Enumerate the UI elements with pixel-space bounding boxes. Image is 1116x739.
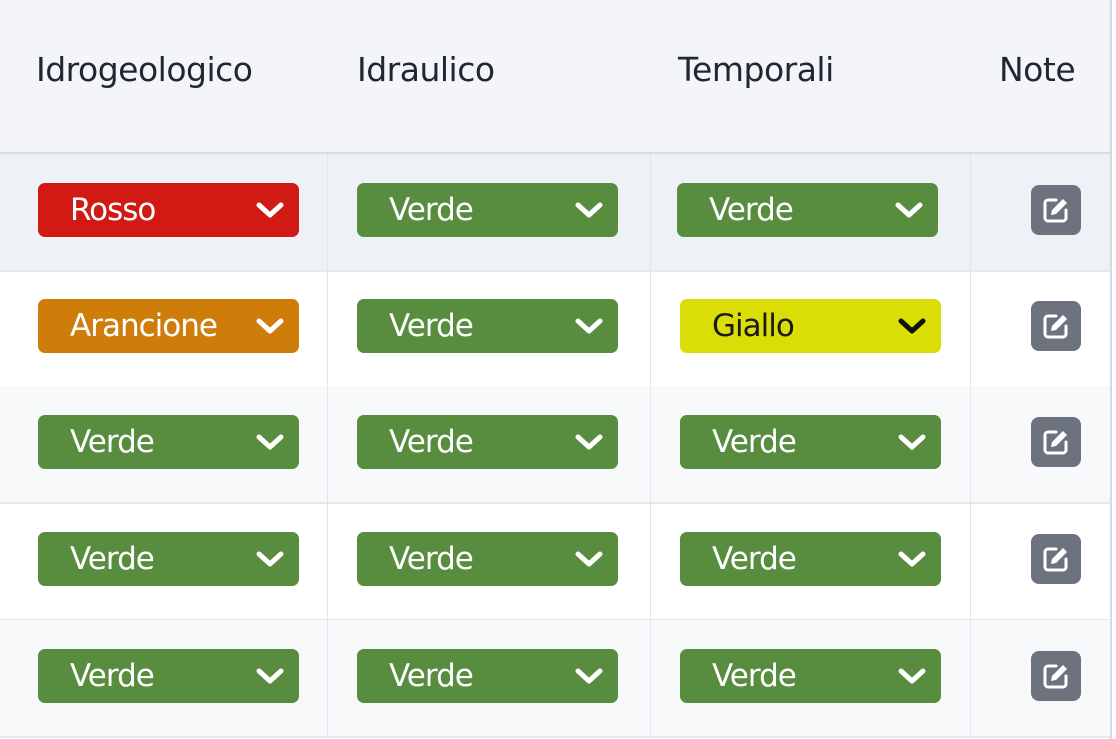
chevron-down-icon xyxy=(575,202,603,218)
chevron-down-icon xyxy=(898,434,926,450)
table-row: Verde Verde Verde xyxy=(0,503,1110,621)
select-value: Verde xyxy=(389,658,474,694)
edit-note-button[interactable] xyxy=(1031,534,1081,584)
column-divider xyxy=(970,270,971,386)
column-divider xyxy=(650,270,651,386)
chevron-down-icon xyxy=(575,318,603,334)
select-value: Arancione xyxy=(70,308,218,344)
edit-icon xyxy=(1043,314,1068,339)
chevron-down-icon xyxy=(898,551,926,567)
column-divider xyxy=(327,154,328,270)
idraulico-level-select[interactable]: Verde xyxy=(357,183,618,237)
edit-note-button[interactable] xyxy=(1031,417,1081,467)
idraulico-level-select[interactable]: Verde xyxy=(357,299,618,353)
column-divider xyxy=(327,270,328,386)
column-divider xyxy=(970,386,971,502)
chevron-down-icon xyxy=(256,551,284,567)
column-header-idrogeologico: Idrogeologico xyxy=(36,50,253,89)
chevron-down-icon xyxy=(895,202,923,218)
column-divider xyxy=(650,503,651,619)
edit-note-button[interactable] xyxy=(1031,651,1081,701)
chevron-down-icon xyxy=(256,318,284,334)
column-divider xyxy=(970,154,971,270)
column-header-temporali: Temporali xyxy=(678,50,834,89)
temporali-level-select[interactable]: Verde xyxy=(680,649,941,703)
edit-icon xyxy=(1043,198,1068,223)
chevron-down-icon xyxy=(575,668,603,684)
idrogeologico-level-select[interactable]: Verde xyxy=(38,415,299,469)
temporali-level-select[interactable]: Verde xyxy=(677,183,938,237)
temporali-level-select[interactable]: Verde xyxy=(680,532,941,586)
chevron-down-icon xyxy=(256,434,284,450)
idrogeologico-level-select[interactable]: Rosso xyxy=(38,183,299,237)
column-header-note: Note xyxy=(999,50,1076,89)
idraulico-level-select[interactable]: Verde xyxy=(357,415,618,469)
column-header-idraulico: Idraulico xyxy=(357,50,495,89)
edit-icon xyxy=(1043,547,1068,572)
select-value: Verde xyxy=(389,308,474,344)
select-value: Verde xyxy=(712,658,797,694)
chevron-down-icon xyxy=(575,434,603,450)
chevron-down-icon xyxy=(256,202,284,218)
select-value: Verde xyxy=(389,424,474,460)
select-value: Verde xyxy=(70,658,155,694)
select-value: Verde xyxy=(389,192,474,228)
select-value: Verde xyxy=(709,192,794,228)
column-divider xyxy=(650,386,651,502)
select-value: Verde xyxy=(712,424,797,460)
select-value: Verde xyxy=(70,424,155,460)
edit-note-button[interactable] xyxy=(1031,185,1081,235)
table-row: Arancione Verde Giallo xyxy=(0,270,1110,388)
column-divider xyxy=(327,503,328,619)
idraulico-level-select[interactable]: Verde xyxy=(357,649,618,703)
edit-icon xyxy=(1043,430,1068,455)
select-value: Verde xyxy=(70,541,155,577)
idrogeologico-level-select[interactable]: Verde xyxy=(38,532,299,586)
chevron-down-icon xyxy=(256,668,284,684)
edit-icon xyxy=(1043,664,1068,689)
table-header: Idrogeologico Idraulico Temporali Note xyxy=(0,0,1110,154)
alert-table: Idrogeologico Idraulico Temporali Note R… xyxy=(0,0,1112,739)
table-row: Verde Verde Verde xyxy=(0,386,1110,504)
table-row: Verde Verde Verde xyxy=(0,620,1110,738)
idrogeologico-level-select[interactable]: Arancione xyxy=(38,299,299,353)
chevron-down-icon xyxy=(898,318,926,334)
table-row: Rosso Verde Verde xyxy=(0,154,1110,272)
chevron-down-icon xyxy=(898,668,926,684)
select-value: Giallo xyxy=(712,308,795,344)
column-divider xyxy=(970,620,971,736)
edit-note-button[interactable] xyxy=(1031,301,1081,351)
column-divider xyxy=(970,503,971,619)
column-divider xyxy=(327,620,328,736)
column-divider xyxy=(327,386,328,502)
select-value: Verde xyxy=(389,541,474,577)
column-divider xyxy=(650,154,651,270)
idraulico-level-select[interactable]: Verde xyxy=(357,532,618,586)
idrogeologico-level-select[interactable]: Verde xyxy=(38,649,299,703)
temporali-level-select[interactable]: Giallo xyxy=(680,299,941,353)
column-divider xyxy=(650,620,651,736)
temporali-level-select[interactable]: Verde xyxy=(680,415,941,469)
select-value: Rosso xyxy=(70,192,156,228)
select-value: Verde xyxy=(712,541,797,577)
chevron-down-icon xyxy=(575,551,603,567)
